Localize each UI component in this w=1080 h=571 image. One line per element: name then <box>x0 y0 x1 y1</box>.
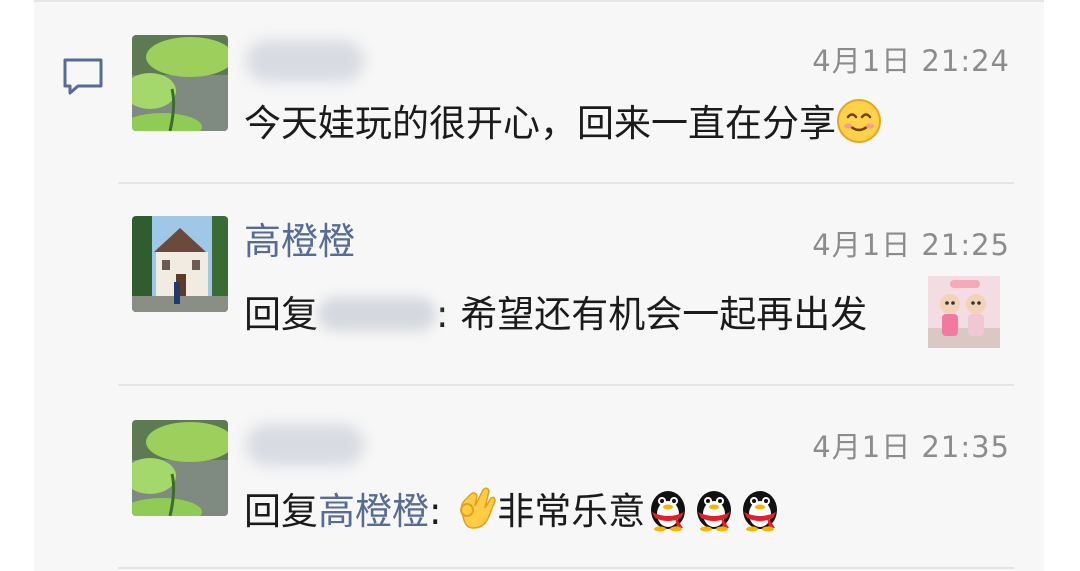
comment-body: 今天娃玩的很开心，回来一直在分享 <box>244 102 836 145</box>
smile-emoji-icon <box>837 99 881 143</box>
top-divider <box>34 0 1044 2</box>
comment-divider <box>118 567 1014 569</box>
reply-prefix: 回复 <box>244 490 318 533</box>
reply-separator: : <box>429 490 442 533</box>
reply-target-link[interactable]: 高橙橙 <box>318 490 429 533</box>
comment-divider <box>118 182 1014 184</box>
comment-icon[interactable] <box>60 56 106 98</box>
comment-body: 希望还有机会一起再出发 <box>448 293 868 336</box>
ok-hand-emoji-icon <box>460 487 496 529</box>
avatar[interactable] <box>132 35 228 131</box>
avatar[interactable] <box>132 420 228 516</box>
author-name[interactable]: 高橙橙 <box>244 220 355 264</box>
qq-penguin-emoji-icon <box>651 491 686 532</box>
comment-text: 今天娃玩的很开心，回来一直在分享 <box>244 98 882 147</box>
comment-time: 4月1日 21:24 <box>812 44 1010 78</box>
comment-text: 回复高橙橙: 非常乐意 <box>244 486 783 535</box>
comment-divider <box>118 384 1014 386</box>
comment-time: 4月1日 21:35 <box>812 430 1010 464</box>
comment-time: 4月1日 21:25 <box>812 228 1010 262</box>
reply-prefix: 回复 <box>244 293 318 336</box>
blurred-author-name <box>246 40 364 82</box>
qq-penguin-emoji-icon <box>743 491 778 532</box>
comments-panel: 4月1日 21:24 今天娃玩的很开心，回来一直在分享 高橙橙 4月1日 21:… <box>34 0 1044 571</box>
comment-body: 非常乐意 <box>497 490 646 533</box>
photo-thumbnail[interactable] <box>928 276 1000 348</box>
comment-text: 回复: 希望还有机会一起再出发 <box>244 292 867 338</box>
reply-separator: : <box>436 293 449 336</box>
blurred-reply-target[interactable] <box>318 293 436 335</box>
blurred-author-name <box>246 424 364 466</box>
qq-penguin-emoji-icon <box>697 491 732 532</box>
avatar[interactable] <box>132 216 228 312</box>
